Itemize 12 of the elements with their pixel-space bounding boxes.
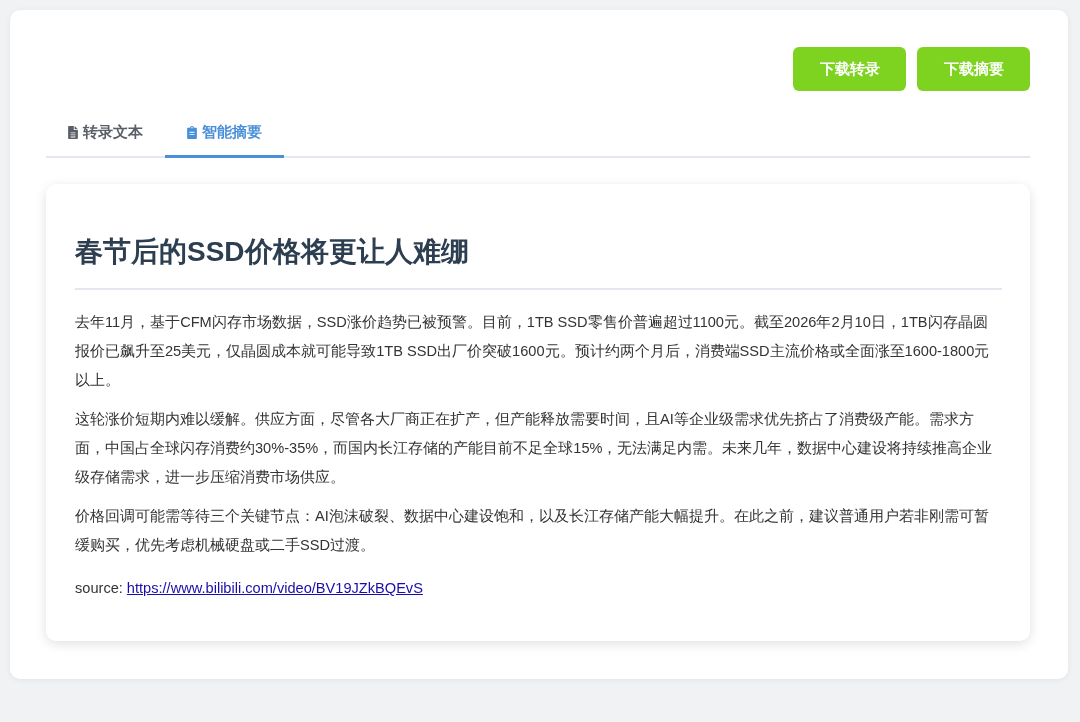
document-icon — [68, 126, 78, 139]
tab[interactable]: 转录文本 — [46, 111, 165, 158]
summary-title: 春节后的SSD价格将更让人难绷 — [75, 234, 1002, 290]
summary-paragraph: 去年11月，基于CFM闪存市场数据，SSD涨价趋势已被预警。目前，1TB SSD零售价普遍超过1100元。截至2026年2月10日，1TB闪存晶圆报价已飙升至25美元，仅晶圆成本就可能导致1TB SSD出厂价突破1600元。预计约两个月后，消费端SSD主流价格或全面涨至1600-1800元以上。 — [75, 313, 991, 390]
clipboard-icon — [187, 126, 197, 139]
source-link[interactable]: https://www.bilibili.com/video/BV19JZkBQEvS — [126, 580, 423, 596]
download-button[interactable]: 下载摘要 — [917, 47, 1030, 91]
source-label: source: — [75, 580, 123, 596]
summary-paragraph: 价格回调可能需等待三个关键节点：AI泡沫破裂、数据中心建设饱和，以及长江存储产能大幅提升。在此之前，建议普通用户若非刚需可暂缓购买，优先考虑机械硬盘或二手SSD过渡。 — [75, 507, 990, 555]
download-button[interactable]: 下载转录 — [793, 47, 906, 91]
tab[interactable]: 智能摘要 — [165, 111, 284, 158]
summary-paragraph: 这轮涨价短期内难以缓解。供应方面，尽管各大厂商正在扩产，但产能释放需要时间，且AI等企业级需求优先挤占了消费级产能。需求方面，中国占全球闪存消费约30%-35%，而国内长江存储的产能目前不足全球15%，无法满足内需。未来几年，数据中心建设将持续推高企业级存储需求，进一步压缩消费市场供应。 — [75, 410, 994, 487]
